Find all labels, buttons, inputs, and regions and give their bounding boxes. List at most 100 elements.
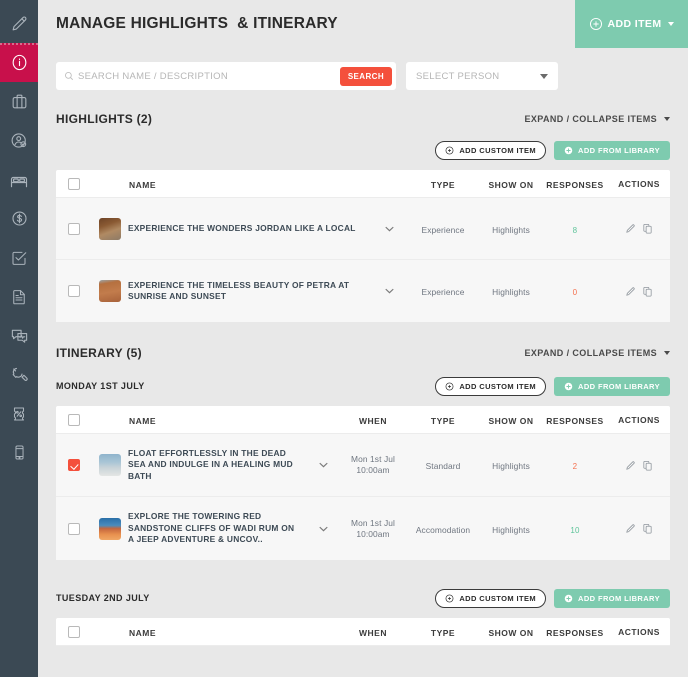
highlights-add-custom-item-button[interactable]: ADD CUSTOM ITEM <box>435 140 547 160</box>
sidebar-item-wrench[interactable] <box>0 355 38 394</box>
column-header-type: TYPE <box>430 415 456 426</box>
sidebar-item-document[interactable] <box>0 277 38 316</box>
select-all-checkbox-cell <box>56 177 92 190</box>
day-header-monday: MONDAY 1ST JULY ADD CUSTOM ITEM ADD FROM… <box>56 372 670 400</box>
table-row[interactable]: EXPERIENCE THE WONDERS JORDAN LIKE A LOC… <box>56 198 670 260</box>
edit-pencil-icon[interactable] <box>625 460 636 471</box>
itinerary-section-header: ITINERARY (5) EXPAND / COLLAPSE ITEMS <box>56 338 670 364</box>
table-row[interactable]: EXPLORE THE TOWERING RED SANDSTONE CLIFF… <box>56 497 670 560</box>
highlights-expand-collapse-toggle[interactable]: EXPAND / COLLAPSE ITEMS <box>524 114 670 124</box>
chevron-down-icon[interactable] <box>384 288 394 294</box>
sidebar <box>0 0 38 677</box>
monday-add-from-library-button[interactable]: ADD FROM LIBRARY <box>554 376 670 396</box>
select-all-checkbox[interactable] <box>68 177 80 190</box>
main-area: MANAGE HIGHLIGHTS & ITINERARY ADD ITEM S… <box>38 0 688 677</box>
chat-pulse-icon <box>11 329 27 343</box>
person-check-icon <box>11 133 26 148</box>
itinerary-table-tuesday: NAME WHEN TYPE SHOW ON RESPONSES ACTIONS <box>56 618 670 646</box>
row-checkbox[interactable] <box>68 285 80 297</box>
row-type: Standard <box>425 461 461 471</box>
row-show-on: Highlights <box>492 287 530 297</box>
table-row[interactable]: FLOAT EFFORTLESSLY IN THE DEAD SEA AND I… <box>56 434 670 497</box>
select-person-dropdown[interactable]: SELECT PERSON <box>406 62 558 90</box>
column-header-show-on: SHOW ON <box>488 179 534 190</box>
chevron-down-icon <box>664 117 670 121</box>
add-custom-item-label: ADD CUSTOM ITEM <box>459 593 537 603</box>
sidebar-item-mobile[interactable] <box>0 433 38 472</box>
plus-circle-icon <box>589 17 602 31</box>
sidebar-item-info[interactable] <box>0 43 38 82</box>
add-from-library-label: ADD FROM LIBRARY <box>578 381 660 391</box>
add-item-label: ADD ITEM <box>607 18 662 30</box>
chevron-down-icon[interactable] <box>318 462 328 468</box>
chevron-down-icon <box>664 351 670 355</box>
checklist-icon <box>12 251 27 265</box>
add-from-library-label: ADD FROM LIBRARY <box>578 593 660 603</box>
sidebar-item-suitcase[interactable] <box>0 82 38 121</box>
duplicate-icon[interactable] <box>642 223 653 234</box>
app-root: MANAGE HIGHLIGHTS & ITINERARY ADD ITEM S… <box>0 0 688 677</box>
row-thumbnail <box>99 280 121 302</box>
row-name: EXPERIENCE THE WONDERS JORDAN LIKE A LOC… <box>128 222 356 233</box>
plus-circle-icon <box>445 594 454 602</box>
chevron-down-icon <box>540 73 548 79</box>
add-from-library-label: ADD FROM LIBRARY <box>578 145 660 155</box>
bed-icon <box>10 176 28 187</box>
sidebar-item-checklist[interactable] <box>0 238 38 277</box>
row-show-on: Highlights <box>492 461 530 471</box>
column-header-show-on: SHOW ON <box>488 415 534 426</box>
row-responses: 8 <box>572 225 578 235</box>
plus-circle-icon <box>564 146 573 154</box>
column-header-responses: RESPONSES <box>546 179 604 190</box>
search-bar: SEARCH SELECT PERSON <box>38 48 688 104</box>
sidebar-item-person-check[interactable] <box>0 121 38 160</box>
duplicate-icon[interactable] <box>642 286 653 297</box>
mobile-icon <box>14 445 24 460</box>
add-item-button[interactable]: ADD ITEM <box>575 0 688 48</box>
table-row[interactable]: EXPERIENCE THE TIMELESS BEAUTY OF PETRA … <box>56 260 670 322</box>
highlights-add-from-library-button[interactable]: ADD FROM LIBRARY <box>554 140 670 160</box>
edit-pencil-icon[interactable] <box>625 523 636 534</box>
duplicate-icon[interactable] <box>642 523 653 534</box>
select-person-value: SELECT PERSON <box>416 70 500 82</box>
highlights-action-buttons: ADD CUSTOM ITEM ADD FROM LIBRARY <box>56 136 670 164</box>
sidebar-item-pencil[interactable] <box>0 4 38 43</box>
itinerary-expand-collapse-toggle[interactable]: EXPAND / COLLAPSE ITEMS <box>524 348 670 358</box>
sidebar-item-bed[interactable] <box>0 160 38 199</box>
plus-circle-icon <box>445 382 454 390</box>
duplicate-icon[interactable] <box>642 460 653 471</box>
edit-pencil-icon[interactable] <box>625 286 636 297</box>
wrench-icon <box>12 367 28 381</box>
row-when-date: Mon 1st Jul <box>351 517 395 528</box>
itinerary-title: ITINERARY (5) <box>56 346 142 360</box>
info-icon <box>12 54 26 71</box>
column-header-actions: ACTIONS <box>618 178 660 189</box>
sidebar-item-chat-pulse[interactable] <box>0 316 38 355</box>
column-header-type: TYPE <box>430 179 456 190</box>
row-responses: 0 <box>572 288 578 297</box>
row-checkbox[interactable] <box>68 522 80 535</box>
edit-pencil-icon[interactable] <box>625 223 636 234</box>
sidebar-item-dollar[interactable] <box>0 199 38 238</box>
row-checkbox[interactable] <box>68 459 80 471</box>
select-all-checkbox[interactable] <box>68 625 80 638</box>
tuesday-add-from-library-button[interactable]: ADD FROM LIBRARY <box>554 588 670 608</box>
row-type: Experience <box>421 224 465 235</box>
search-button[interactable]: SEARCH <box>339 66 392 86</box>
itinerary-table-header: NAME WHEN TYPE SHOW ON RESPONSES ACTIONS <box>56 406 670 434</box>
row-responses: 2 <box>572 462 578 471</box>
search-input[interactable] <box>78 70 340 82</box>
plus-circle-icon <box>445 146 454 154</box>
chevron-down-icon[interactable] <box>318 526 328 532</box>
search-field[interactable]: SEARCH <box>56 62 396 90</box>
add-custom-item-label: ADD CUSTOM ITEM <box>459 145 537 155</box>
tuesday-add-custom-item-button[interactable]: ADD CUSTOM ITEM <box>435 588 547 608</box>
select-all-checkbox[interactable] <box>68 413 80 426</box>
expand-collapse-label: EXPAND / COLLAPSE ITEMS <box>524 114 657 124</box>
chevron-down-icon[interactable] <box>384 226 394 232</box>
sidebar-item-ticket-percent[interactable] <box>0 394 38 433</box>
monday-add-custom-item-button[interactable]: ADD CUSTOM ITEM <box>435 376 547 396</box>
row-checkbox[interactable] <box>68 222 80 235</box>
highlights-table-header: NAME TYPE SHOW ON RESPONSES ACTIONS <box>56 170 670 198</box>
